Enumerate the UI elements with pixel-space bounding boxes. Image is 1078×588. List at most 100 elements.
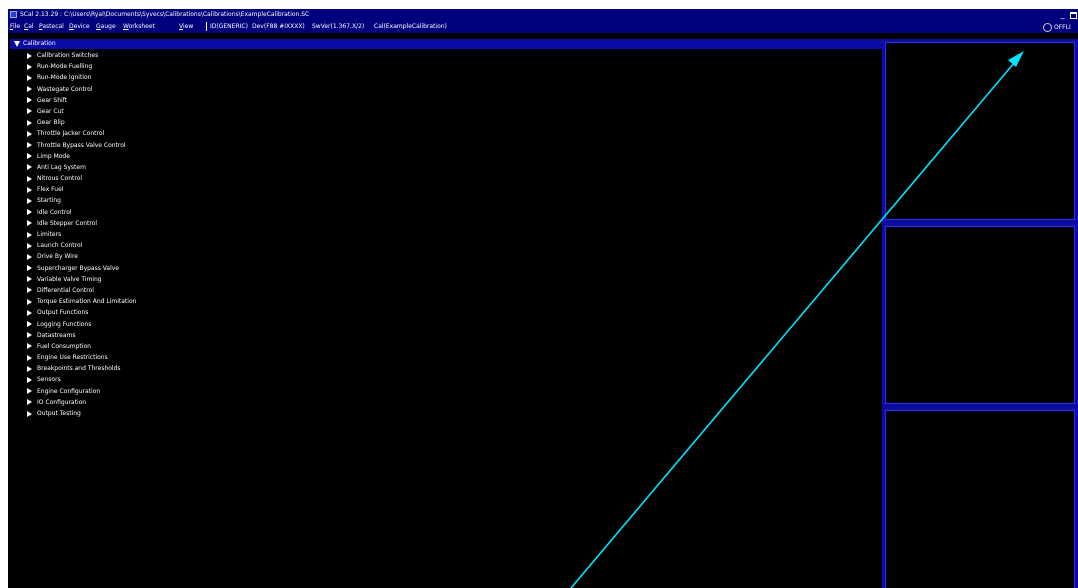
menu-file[interactable]: File: [10, 20, 20, 33]
side-panel-top[interactable]: [882, 39, 1078, 223]
side-panel-bottom[interactable]: [882, 407, 1078, 588]
app-icon[interactable]: [10, 11, 17, 18]
expand-right-icon[interactable]: [27, 175, 32, 182]
tree-item[interactable]: Launch Control: [8, 240, 878, 251]
tree-item[interactable]: Run-Mode Ignition: [8, 72, 878, 83]
tree-root-label: Calibration: [23, 40, 56, 47]
expand-right-icon[interactable]: [27, 276, 32, 283]
expand-right-icon[interactable]: [27, 242, 32, 249]
expand-right-icon[interactable]: [27, 354, 32, 361]
expand-right-icon[interactable]: [27, 410, 32, 417]
expand-right-icon[interactable]: [27, 164, 32, 171]
expand-right-icon[interactable]: [27, 108, 32, 115]
tree-item[interactable]: Sensors: [8, 374, 878, 385]
tree-item-label: Limiters: [37, 231, 62, 238]
menu-pastecal[interactable]: Pastecal: [39, 20, 64, 33]
tree-item-label: Engine Configuration: [37, 387, 101, 395]
expand-right-icon[interactable]: [27, 343, 32, 350]
menu-device[interactable]: Device: [69, 20, 90, 33]
expand-right-icon[interactable]: [27, 197, 32, 204]
menu-view[interactable]: View: [179, 20, 193, 33]
tree-item[interactable]: Gear Cut: [8, 106, 878, 117]
tree-item[interactable]: Output Functions: [8, 307, 878, 318]
expand-right-icon[interactable]: [27, 153, 32, 160]
tree-item[interactable]: Starting: [8, 195, 878, 206]
tree-item[interactable]: Variable Valve Timing: [8, 274, 878, 285]
tree-item[interactable]: Anti Lag System: [8, 162, 878, 173]
tree-item[interactable]: Calibration Switches: [8, 50, 878, 61]
tree-item-label: Gear Cut: [37, 107, 64, 115]
expand-right-icon[interactable]: [27, 231, 32, 238]
tree-item[interactable]: Flex Fuel: [8, 184, 878, 195]
tree-item[interactable]: Limiters: [8, 229, 878, 240]
expand-right-icon[interactable]: [27, 119, 32, 126]
tree-item[interactable]: Output Testing: [8, 408, 878, 419]
expand-right-icon[interactable]: [27, 399, 32, 406]
tree-item[interactable]: Limp Mode: [8, 151, 878, 162]
tree-item[interactable]: Fuel Consumption: [8, 341, 878, 352]
expand-down-icon[interactable]: [14, 41, 20, 47]
menu-worksheet[interactable]: Worksheet: [123, 20, 155, 33]
menu-cal-label: al: [28, 23, 34, 30]
tree-item-label: Gear Shift: [37, 96, 68, 104]
tree-item[interactable]: Engine Configuration: [8, 386, 878, 397]
tree-item[interactable]: Idle Control: [8, 207, 878, 218]
tree-item-label: Engine Use Restrictions: [37, 354, 108, 362]
connection-status[interactable]: OFFLI: [1043, 22, 1078, 33]
tree-item-label: Output Functions: [37, 309, 89, 317]
tree-item[interactable]: Drive By Wire: [8, 251, 878, 262]
menu-worksheet-label: orksheet: [128, 23, 155, 30]
tree-item[interactable]: Logging Functions: [8, 319, 878, 330]
menu-gauge[interactable]: Gauge: [96, 20, 116, 33]
expand-right-icon[interactable]: [27, 265, 32, 272]
expand-right-icon[interactable]: [27, 86, 32, 93]
tree-item[interactable]: Differential Control: [8, 285, 878, 296]
expand-right-icon[interactable]: [27, 142, 32, 148]
expand-right-icon[interactable]: [27, 321, 32, 327]
tree-item-label: Flex Fuel: [37, 186, 64, 194]
expand-right-icon[interactable]: [27, 220, 32, 227]
tree-item[interactable]: Breakpoints and Thresholds: [8, 363, 878, 374]
tree-item[interactable]: Datastreams: [8, 330, 878, 341]
tree-item[interactable]: Throttle Jacker Control: [8, 128, 878, 139]
title-bar[interactable]: SCal 2.13.29 : C:\Users\Ryal\Documents\S…: [8, 9, 1078, 20]
tree-root-calibration[interactable]: Calibration: [10, 39, 882, 49]
expand-right-icon[interactable]: [27, 63, 32, 70]
expand-right-icon[interactable]: [27, 332, 32, 339]
tree-item[interactable]: Wastegate Control: [8, 84, 878, 95]
side-panel-middle[interactable]: [882, 223, 1078, 407]
expand-right-icon[interactable]: [27, 253, 32, 260]
minimize-button[interactable]: _: [1058, 10, 1067, 19]
tree-item[interactable]: Idle Stepper Control: [8, 218, 878, 229]
tree-item[interactable]: Supercharger Bypass Valve: [8, 263, 878, 274]
expand-right-icon[interactable]: [27, 376, 32, 383]
tree-item[interactable]: Throttle Bypass Valve Control: [8, 140, 878, 151]
expand-right-icon[interactable]: [27, 209, 32, 216]
expand-right-icon[interactable]: [27, 186, 32, 193]
tree-item[interactable]: Gear Blip: [8, 117, 878, 128]
scal-window: SCal 2.13.29 : C:\Users\Ryal\Documents\S…: [8, 9, 1078, 588]
menu-cal[interactable]: Cal: [24, 20, 34, 33]
expand-right-icon[interactable]: [27, 74, 32, 81]
expand-right-icon[interactable]: [27, 309, 32, 316]
expand-right-icon[interactable]: [27, 97, 32, 104]
expand-right-icon[interactable]: [27, 298, 32, 305]
menu-view-label: iew: [182, 23, 194, 30]
device-dev-readout: Dev(F88 #IXXXX): [252, 23, 305, 30]
expand-right-icon[interactable]: [27, 287, 32, 294]
expand-right-icon[interactable]: [27, 388, 32, 395]
expand-right-icon[interactable]: [27, 52, 32, 59]
tree-item[interactable]: Nitrous Control: [8, 173, 878, 184]
menu-device-label: evice: [73, 23, 90, 30]
tree-item-label: Datastreams: [37, 331, 76, 339]
menu-gauge-label: auge: [100, 23, 116, 30]
tree-item[interactable]: Gear Shift: [8, 95, 878, 106]
tree-item[interactable]: Torque Estimation And Limitation: [8, 296, 878, 307]
expand-right-icon[interactable]: [27, 130, 32, 137]
maximize-button[interactable]: [1068, 10, 1077, 19]
expand-right-icon[interactable]: [27, 365, 32, 372]
tree-item-label: Launch Control: [37, 242, 83, 250]
tree-item[interactable]: Run-Mode Fuelling: [8, 61, 878, 72]
tree-item[interactable]: IO Configuration: [8, 397, 878, 408]
tree-item[interactable]: Engine Use Restrictions: [8, 352, 878, 363]
